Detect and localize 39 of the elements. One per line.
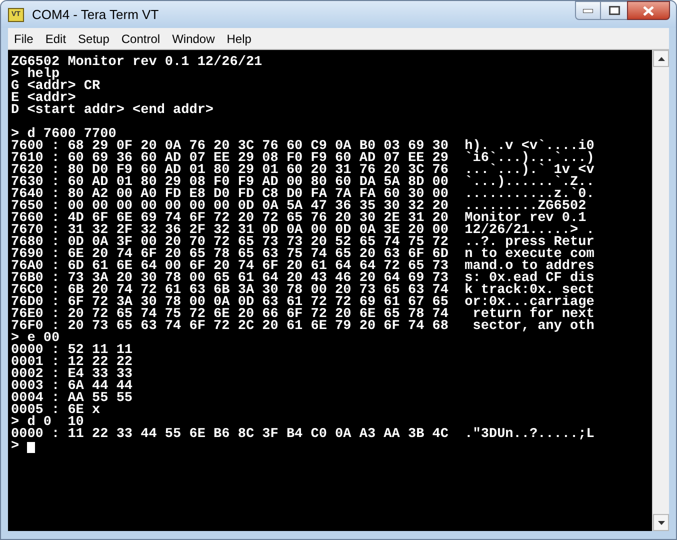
maximize-button[interactable]: [601, 1, 627, 20]
terminal-line: > d 7600 7700: [11, 129, 116, 141]
terminal-line: 7630 : 60 AD 01 80 29 08 F0 F9 AD 00 80 60 DA 5A 8D 00 `...)......`.Z..: [11, 177, 594, 189]
close-button[interactable]: [627, 1, 670, 20]
terminal-line: 7680 : 0D 0A 3F 00 20 70 72 65 73 73 20 52 65 74 75 72 ..?. press Retur: [11, 237, 594, 249]
menu-item[interactable]: Help: [220, 30, 258, 48]
menu-item[interactable]: Control: [115, 30, 166, 48]
terminal-line: 76F0 : 20 73 65 63 74 6F 72 2C 20 61 6E 79 20 6F 74 68 sector, any oth: [11, 321, 594, 333]
terminal-line: 7610 : 60 69 36 60 AD 07 EE 29 08 F0 F9 60 AD 07 EE 29 `i6`...)...`...): [11, 153, 594, 165]
terminal-screen[interactable]: [8, 50, 652, 531]
terminal-line: > d 0 10: [11, 417, 84, 429]
terminal-line: 0001 : 12 22 22: [11, 357, 133, 369]
prompt-text: >: [11, 441, 20, 453]
maximize-icon: [608, 6, 620, 15]
terminal-line: E <addr>: [11, 93, 76, 105]
menu-item[interactable]: Setup: [72, 30, 116, 48]
scroll-down-button[interactable]: [653, 514, 669, 531]
down-arrow-icon: [658, 520, 664, 524]
close-icon: [643, 6, 654, 16]
menu-item[interactable]: File: [8, 30, 40, 48]
terminal-line: 7670 : 31 32 2F 32 36 2F 32 31 0D 0A 00 0D 0A 3E 20 00 12/26/21.....> .: [11, 225, 594, 237]
terminal-line: > help: [11, 69, 60, 81]
terminal-line: D <start addr> <end addr>: [11, 105, 214, 117]
terminal-line: > e 00: [11, 333, 60, 345]
menu-item[interactable]: Edit: [39, 30, 72, 48]
terminal-line: 0004 : AA 55 55: [11, 393, 133, 405]
terminal-line: 0002 : E4 33 33: [11, 369, 133, 381]
minimize-button[interactable]: [575, 1, 601, 20]
terminal-line: 0000 : 11 22 33 44 55 6E B6 8C 3F B4 C0 0A A3 AA 3B 4C ."3DUn..?.....;L: [11, 429, 594, 441]
scrollbar[interactable]: [652, 50, 669, 531]
terminal-line: 7640 : 80 A2 00 A0 FD E8 D0 FD C8 D0 FA 7A FA 60 30 00 ...........z.`0.: [11, 189, 594, 201]
up-arrow-icon: [658, 56, 664, 60]
minimize-icon: [583, 8, 593, 12]
menu-item[interactable]: Window: [166, 30, 221, 48]
scroll-up-button[interactable]: [653, 50, 669, 67]
terminal-line: 76D0 : 6F 72 3A 30 78 00 0A 0D 63 61 72 72 69 61 67 65 or:0x...carriage: [11, 297, 594, 309]
terminal-line: 0003 : 6A 44 44: [11, 381, 133, 393]
terminal-line: 0000 : 52 11 11: [11, 345, 133, 357]
window-title: COM4 - Tera Term VT: [32, 6, 159, 24]
